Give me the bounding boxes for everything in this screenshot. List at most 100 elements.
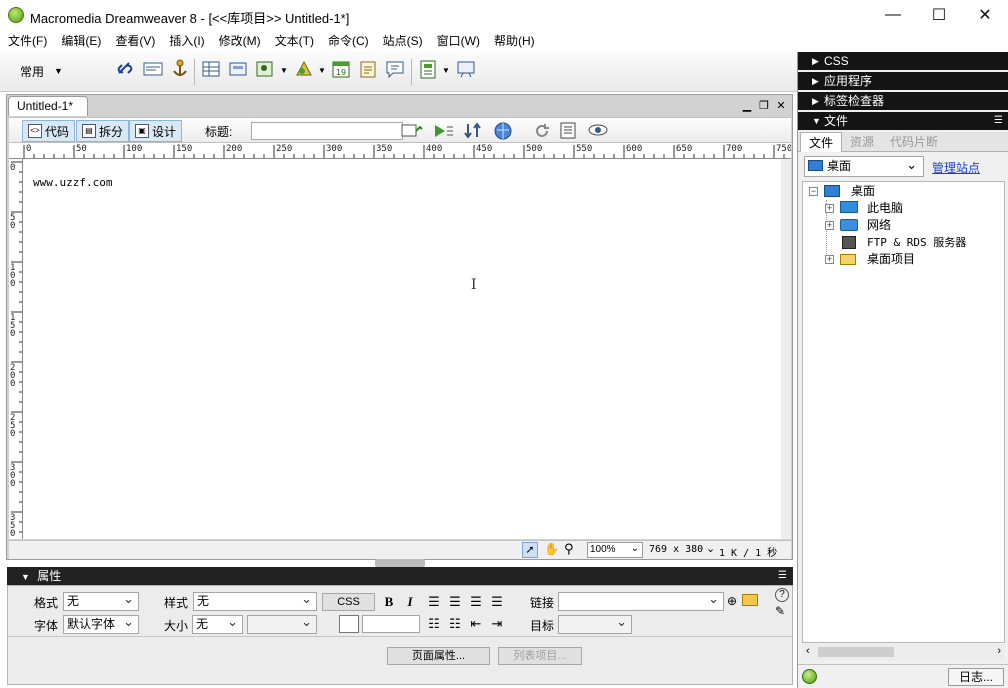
ordered-list-icon[interactable]: ☷: [445, 614, 465, 634]
quick-tag-editor-icon[interactable]: ✎: [775, 604, 785, 618]
category-dropdown[interactable]: 常用 ▼: [8, 60, 68, 82]
tree-item-network[interactable]: + 网络: [823, 217, 1003, 234]
tab-files[interactable]: 文件: [800, 131, 843, 152]
scroll-thumb[interactable]: [818, 647, 894, 657]
menu-modify[interactable]: 修改(M): [212, 30, 268, 52]
site-select[interactable]: 桌面: [804, 155, 924, 177]
tree-item-desktop[interactable]: − 桌面: [807, 183, 997, 200]
browse-folder-icon[interactable]: [742, 594, 758, 606]
server-side-include-icon[interactable]: [356, 57, 380, 81]
media-dropdown-arrow-icon[interactable]: ▼: [318, 66, 326, 75]
minimize-button[interactable]: —: [870, 0, 916, 30]
doc-restore-icon[interactable]: ❐: [757, 98, 771, 112]
menu-commands[interactable]: 命令(C): [321, 30, 376, 52]
view-options-icon[interactable]: [559, 121, 581, 141]
bold-button[interactable]: B: [379, 592, 399, 612]
files-panel-header[interactable]: ▼ 文件 ☰: [798, 112, 1008, 130]
date-icon[interactable]: 19: [329, 57, 353, 81]
menu-site[interactable]: 站点(S): [376, 30, 430, 52]
table-icon[interactable]: [199, 57, 223, 81]
tag-chooser-icon[interactable]: [454, 57, 478, 81]
design-view-button[interactable]: ▣ 设计: [129, 120, 183, 142]
comment-icon[interactable]: [383, 57, 407, 81]
menu-insert[interactable]: 插入(I): [162, 30, 211, 52]
expand-toggle-icon[interactable]: +: [825, 221, 834, 230]
email-link-icon[interactable]: [141, 57, 165, 81]
align-left-icon[interactable]: ☰: [424, 592, 444, 612]
vertical-scrollbar[interactable]: [781, 159, 791, 539]
refresh-design-icon[interactable]: [463, 122, 487, 140]
properties-header[interactable]: ▼ 属性 ☰: [7, 567, 793, 585]
scroll-right-icon[interactable]: ›: [997, 645, 1001, 657]
indent-icon[interactable]: ⇥: [487, 614, 507, 634]
browser-check-icon[interactable]: [493, 121, 517, 141]
css-panel-header[interactable]: ▶ CSS: [798, 52, 1008, 70]
font-select[interactable]: 默认字体: [63, 613, 139, 634]
image-icon[interactable]: [253, 57, 277, 81]
media-icon[interactable]: [292, 57, 316, 81]
canvas-content-text[interactable]: www.uzzf.com: [33, 176, 112, 189]
unordered-list-icon[interactable]: ☷: [424, 614, 444, 634]
scroll-left-icon[interactable]: ‹: [806, 645, 810, 657]
doc-minimize-icon[interactable]: ▁: [740, 98, 754, 112]
named-anchor-icon[interactable]: [168, 57, 192, 81]
align-center-icon[interactable]: ☰: [445, 592, 465, 612]
tag-inspector-panel-header[interactable]: ▶ 标签检查器: [798, 92, 1008, 110]
help-icon[interactable]: ?: [775, 588, 789, 602]
select-tool-icon[interactable]: ➚: [522, 542, 538, 558]
tree-item-this-pc[interactable]: + 此电脑: [823, 200, 1003, 217]
align-right-icon[interactable]: ☰: [466, 592, 486, 612]
log-button[interactable]: 日志...: [948, 668, 1004, 686]
size-select[interactable]: 无: [192, 613, 243, 634]
document-tab[interactable]: Untitled-1*: [8, 96, 88, 116]
tree-item-desktop-items[interactable]: + 桌面项目: [823, 251, 1003, 268]
tree-item-ftp-rds[interactable]: FTP & RDS 服务器: [823, 234, 1003, 251]
text-color-input[interactable]: [362, 615, 420, 633]
link-input[interactable]: [558, 590, 724, 611]
design-canvas[interactable]: www.uzzf.com I: [23, 159, 791, 539]
tab-assets[interactable]: 资源: [842, 132, 882, 152]
menu-edit[interactable]: 编辑(E): [54, 30, 108, 52]
visual-aids-icon[interactable]: [587, 121, 611, 141]
page-properties-button[interactable]: 页面属性...: [387, 647, 490, 665]
panel-options-icon[interactable]: ☰: [994, 112, 1003, 130]
menu-file[interactable]: 文件(F): [1, 30, 54, 52]
text-color-picker[interactable]: [339, 615, 359, 633]
menu-window[interactable]: 窗口(W): [430, 30, 487, 52]
expand-toggle-icon[interactable]: +: [825, 255, 834, 264]
zoom-select[interactable]: 100% ⌄: [587, 542, 643, 558]
css-button[interactable]: CSS: [322, 593, 375, 611]
outdent-icon[interactable]: ⇤: [466, 614, 486, 634]
layer-icon[interactable]: [226, 57, 250, 81]
format-select[interactable]: 无: [63, 590, 139, 611]
template-dropdown-arrow-icon[interactable]: ▼: [442, 66, 450, 75]
close-button[interactable]: ✕: [962, 0, 1008, 30]
split-view-button[interactable]: ▤ 拆分: [76, 120, 130, 142]
menu-view[interactable]: 查看(V): [108, 30, 162, 52]
horizontal-scrollbar[interactable]: ‹ ›: [802, 644, 1005, 660]
application-panel-header[interactable]: ▶ 应用程序: [798, 72, 1008, 90]
maximize-button[interactable]: ☐: [916, 0, 962, 30]
zoom-tool-icon[interactable]: ⚲: [564, 541, 574, 557]
collapse-toggle-icon[interactable]: −: [809, 187, 818, 196]
menu-text[interactable]: 文本(T): [268, 30, 321, 52]
panel-splitter[interactable]: [375, 559, 425, 567]
tab-snippets[interactable]: 代码片断: [882, 132, 946, 152]
file-management-icon[interactable]: [401, 122, 427, 140]
point-to-file-icon[interactable]: ⊕: [727, 594, 737, 608]
justify-icon[interactable]: ☰: [487, 592, 507, 612]
hyperlink-icon[interactable]: [113, 57, 137, 81]
doc-close-icon[interactable]: ✕: [774, 98, 788, 112]
expand-toggle-icon[interactable]: +: [825, 204, 834, 213]
code-view-button[interactable]: <> 代码: [22, 120, 76, 142]
image-dropdown-arrow-icon[interactable]: ▼: [280, 66, 288, 75]
hand-tool-icon[interactable]: ✋: [544, 542, 559, 556]
panel-options-icon[interactable]: ☰: [778, 567, 787, 585]
template-icon[interactable]: [416, 57, 440, 81]
style-select[interactable]: 无: [193, 590, 317, 611]
preview-debug-icon[interactable]: [433, 122, 457, 140]
window-size[interactable]: 769 x 380: [649, 544, 703, 555]
refresh-icon[interactable]: [533, 122, 551, 140]
menu-help[interactable]: 帮助(H): [487, 30, 542, 52]
manage-sites-link[interactable]: 管理站点: [932, 159, 980, 176]
